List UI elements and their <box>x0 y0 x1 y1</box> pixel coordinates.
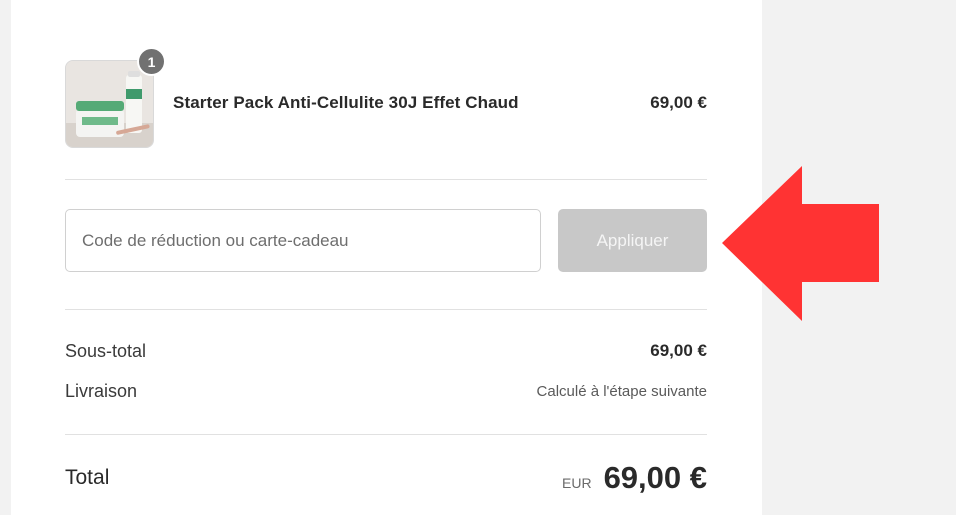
product-name: Starter Pack Anti-Cellulite 30J Effet Ch… <box>173 93 519 112</box>
quantity-badge: 1 <box>137 47 166 76</box>
total-amount-group: EUR 69,00 € <box>562 460 707 496</box>
order-summary-panel: 1 Starter Pack Anti-Cellulite 30J Effet … <box>11 0 762 515</box>
divider <box>65 434 707 435</box>
total-amount: 69,00 € <box>603 460 707 495</box>
product-thumbnail <box>65 60 154 148</box>
discount-code-input[interactable] <box>65 209 541 272</box>
product-price: 69,00 € <box>650 93 707 112</box>
subtotal-label: Sous-total <box>65 341 147 361</box>
product-photo-icon <box>66 61 153 147</box>
total-label: Total <box>65 466 110 489</box>
currency-code: EUR <box>562 475 592 491</box>
apply-discount-button[interactable]: Appliquer <box>558 209 707 272</box>
subtotal-value: 69,00 € <box>650 341 707 360</box>
cart-line-item: 1 Starter Pack Anti-Cellulite 30J Effet … <box>65 47 707 148</box>
shipping-label: Livraison <box>65 381 138 401</box>
divider <box>65 179 707 180</box>
shipping-value: Calculé à l'étape suivante <box>536 383 707 400</box>
divider <box>65 309 707 310</box>
left-arrow-icon <box>722 166 879 321</box>
